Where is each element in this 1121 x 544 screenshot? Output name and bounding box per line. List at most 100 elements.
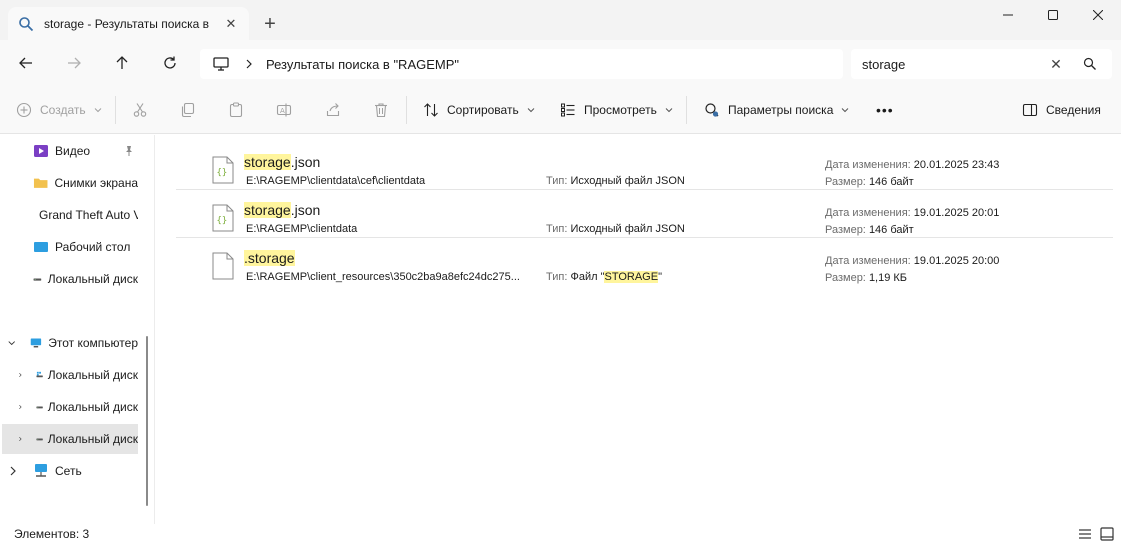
navigation-pane: Видео Снимки экрана Grand Theft Auto V Р… <box>0 135 155 524</box>
modified-label: Дата изменения: <box>825 207 911 219</box>
sidebar-item-label: Локальный диск <box>47 432 138 446</box>
search-options-label: Параметры поиска <box>728 103 834 117</box>
sidebar-item-screenshots[interactable]: Снимки экрана <box>33 168 138 198</box>
sidebar-item-desktop[interactable]: Рабочий стол <box>33 232 138 262</box>
computer-icon <box>213 57 229 71</box>
rename-icon: A <box>276 103 292 117</box>
sidebar-item-local-disk-d[interactable]: Локальный диск <box>18 392 138 422</box>
list-item[interactable]: {} storage.json E:\RAGEMP\clientdata Тип… <box>176 190 1113 238</box>
large-icons-view-icon[interactable] <box>1099 526 1115 542</box>
search-value: storage <box>862 56 906 72</box>
modified-label: Дата изменения: <box>825 159 911 171</box>
chevron-right-icon[interactable] <box>18 370 23 380</box>
scissors-icon <box>133 103 147 117</box>
generic-file-icon <box>212 252 234 280</box>
file-path: E:\RAGEMP\clientdata <box>246 223 358 235</box>
size-value: 146 байт <box>868 224 914 236</box>
sidebar-item-network[interactable]: Сеть <box>8 456 138 486</box>
arrow-up-icon <box>116 56 128 69</box>
divider <box>115 96 116 124</box>
copy-icon <box>181 102 195 118</box>
address-bar[interactable]: Результаты поиска в "RAGEMP" <box>200 49 843 79</box>
view-button[interactable]: Просмотреть <box>560 86 673 134</box>
minimize-button[interactable] <box>985 0 1031 30</box>
chevron-down-icon <box>527 108 535 113</box>
size-label: Размер: <box>825 272 866 284</box>
chevron-right-icon[interactable] <box>18 434 23 444</box>
sidebar-item-this-pc[interactable]: Этот компьютер <box>8 328 138 358</box>
name-rest: .json <box>290 202 321 218</box>
minimize-icon <box>1003 14 1013 16</box>
name-highlight: .storage <box>244 250 295 266</box>
more-icon: ••• <box>876 102 894 118</box>
chevron-down-icon[interactable] <box>8 338 15 348</box>
file-modified: Дата изменения: 19.01.2025 20:00 <box>825 255 999 267</box>
refresh-button[interactable] <box>156 49 184 77</box>
drive-icon <box>35 438 43 441</box>
file-name: .storage <box>244 250 295 266</box>
details-view-icon[interactable] <box>1077 526 1093 542</box>
rename-button[interactable]: A <box>276 86 292 134</box>
clear-search-icon[interactable]: ✕ <box>1048 56 1064 72</box>
type-highlight: STORAGE <box>604 271 659 283</box>
sidebar-scrollbar[interactable] <box>146 336 148 506</box>
divider <box>406 96 407 124</box>
search-icon[interactable] <box>1082 56 1098 72</box>
close-tab-icon[interactable]: ✕ <box>223 16 239 32</box>
refresh-icon <box>164 56 176 69</box>
sidebar-item-label: Локальный диск <box>47 272 138 286</box>
list-item[interactable]: {} storage.json E:\RAGEMP\clientdata\cef… <box>176 142 1113 190</box>
cut-button[interactable] <box>132 86 148 134</box>
trash-icon <box>375 103 387 118</box>
delete-button[interactable] <box>373 86 389 134</box>
sidebar-item-label: Рабочий стол <box>55 240 131 254</box>
share-button[interactable] <box>325 86 341 134</box>
sidebar-item-local-disk-e[interactable]: Локальный диск <box>2 424 138 454</box>
file-list: {} storage.json E:\RAGEMP\clientdata\cef… <box>156 135 1121 524</box>
chevron-right-icon[interactable] <box>18 402 23 412</box>
sidebar-item-label: Локальный диск <box>47 400 138 414</box>
new-tab-button[interactable]: + <box>258 12 282 36</box>
up-button[interactable] <box>108 49 136 77</box>
size-value: 1,19 КБ <box>868 272 908 284</box>
type-label: Тип: <box>546 175 568 187</box>
type-value: Исходный файл JSON <box>570 175 685 187</box>
tab-search-results[interactable]: storage - Результаты поиска в ✕ <box>8 7 249 41</box>
close-window-button[interactable] <box>1075 0 1121 30</box>
sort-button[interactable]: Сортировать <box>423 86 535 134</box>
type-suffix: " <box>658 271 662 283</box>
pin-icon[interactable] <box>123 145 135 157</box>
chevron-down-icon <box>94 108 101 113</box>
create-button[interactable]: Создать <box>16 86 102 134</box>
copy-button[interactable] <box>180 86 196 134</box>
sort-icon <box>424 103 438 117</box>
forward-button[interactable] <box>60 49 88 77</box>
modified-label: Дата изменения: <box>825 255 911 267</box>
folder-icon <box>33 178 48 188</box>
view-list-icon <box>561 103 575 117</box>
back-button[interactable] <box>12 49 40 77</box>
file-modified: Дата изменения: 19.01.2025 20:01 <box>825 207 999 219</box>
maximize-button[interactable] <box>1030 0 1076 30</box>
paste-button[interactable] <box>228 86 244 134</box>
chevron-right-icon[interactable] <box>8 466 18 476</box>
details-label: Сведения <box>1046 103 1101 117</box>
search-input[interactable]: storage ✕ <box>851 49 1112 79</box>
drive-icon <box>35 406 43 409</box>
sidebar-item-gta[interactable]: Grand Theft Auto V <box>33 200 138 230</box>
desktop-folder-icon <box>34 242 48 252</box>
sidebar-item-local-disk[interactable]: Локальный диск <box>33 264 138 294</box>
search-options-button[interactable]: Параметры поиска <box>704 86 849 134</box>
create-label: Создать <box>40 103 86 117</box>
name-highlight: storage <box>244 202 291 218</box>
sidebar-item-video[interactable]: Видео <box>33 136 143 166</box>
list-item[interactable]: .storage E:\RAGEMP\client_resources\350c… <box>176 238 1113 286</box>
file-path: E:\RAGEMP\clientdata\cef\clientdata <box>246 175 426 187</box>
json-file-icon: {} <box>212 156 234 184</box>
search-options-icon <box>705 103 719 117</box>
sidebar-item-local-disk-c[interactable]: Локальный диск <box>18 360 138 390</box>
details-button[interactable]: Сведения <box>1022 86 1101 134</box>
svg-text:{}: {} <box>217 168 228 178</box>
more-options-button[interactable]: ••• <box>876 86 894 134</box>
system-drive-icon <box>35 371 43 378</box>
